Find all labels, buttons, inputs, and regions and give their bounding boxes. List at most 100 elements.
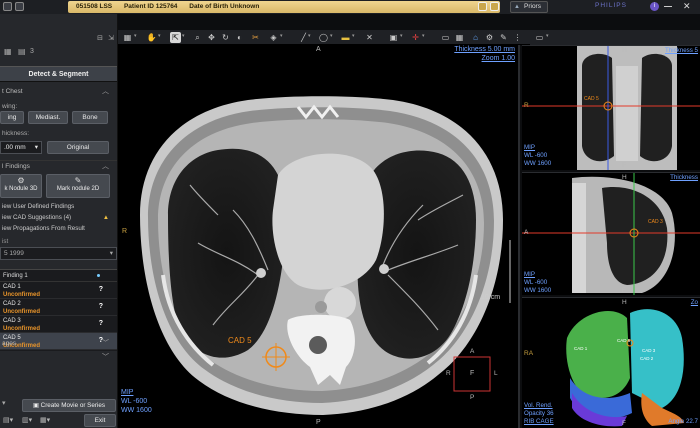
- pin-icon[interactable]: ⇲: [108, 34, 114, 42]
- volume-zoom[interactable]: Zo: [691, 299, 698, 306]
- minimize-icon[interactable]: [664, 6, 672, 7]
- sagittal-ww[interactable]: WW 1600: [524, 287, 551, 294]
- monitor-icon[interactable]: ▭: [440, 32, 451, 43]
- home-icon[interactable]: ⌂: [470, 32, 481, 43]
- coronal-wl[interactable]: WL -600: [524, 152, 547, 159]
- dropdown-icon[interactable]: ▾: [422, 33, 425, 39]
- checkbox-user-findings[interactable]: iew User Defined Findings: [0, 202, 117, 212]
- question-icon[interactable]: ?: [99, 320, 103, 328]
- create-movie-button[interactable]: ▣ Create Movie or Series: [22, 399, 116, 412]
- layout-icon[interactable]: ▣: [388, 32, 399, 43]
- more-icon[interactable]: ⋮: [512, 32, 523, 43]
- settings-icon[interactable]: ⚙: [484, 32, 495, 43]
- zoom-icon[interactable]: ⌕: [192, 32, 203, 43]
- zoom-readout[interactable]: Zoom 1.00: [482, 55, 515, 62]
- cut-icon[interactable]: ✂: [250, 32, 261, 43]
- thickness-select[interactable]: .00 mm: [0, 141, 42, 154]
- coronal-ww[interactable]: WW 1600: [524, 160, 551, 167]
- app-menu-icon[interactable]: [3, 2, 12, 11]
- layout-icon[interactable]: [15, 2, 24, 11]
- cad-2-row[interactable]: CAD 2 Unconfirmed ?: [0, 299, 117, 316]
- chevron-up-icon[interactable]: ︿: [102, 161, 109, 173]
- series-icon[interactable]: ▦: [4, 47, 12, 56]
- section-findings[interactable]: l Findings ︿: [0, 160, 117, 172]
- sagittal-mip[interactable]: MIP: [524, 271, 535, 278]
- preset-lung-button[interactable]: ing: [0, 111, 24, 124]
- section-chest[interactable]: t Chest ︿: [0, 86, 117, 98]
- coronal-mip[interactable]: MIP: [524, 144, 535, 151]
- section-extra[interactable]: ﹀: [0, 352, 117, 364]
- ruler-icon[interactable]: ▬: [340, 32, 351, 43]
- dropdown-icon[interactable]: ▾: [182, 33, 185, 39]
- dropdown-icon[interactable]: ▾: [400, 33, 403, 39]
- info-icon[interactable]: i: [650, 2, 659, 11]
- priors-button[interactable]: Priors: [510, 1, 548, 13]
- window-level[interactable]: WL -600: [121, 398, 147, 405]
- export-icon[interactable]: ▦▾: [40, 416, 50, 424]
- flag-icon[interactable]: [478, 2, 487, 11]
- hand-icon[interactable]: ✋: [146, 32, 157, 43]
- window-width[interactable]: WW 1600: [121, 407, 152, 414]
- original-button[interactable]: Original: [47, 141, 109, 154]
- dropdown-icon[interactable]: ▾: [546, 33, 549, 39]
- dropdown-icon[interactable]: ▾: [134, 33, 137, 39]
- section-images[interactable]: ages ﹀: [0, 338, 117, 350]
- chevron-down-icon[interactable]: ﹀: [102, 352, 109, 364]
- question-icon[interactable]: ?: [99, 303, 103, 311]
- study-date-select[interactable]: 5 1999: [0, 247, 117, 260]
- checkbox-cad-suggestions[interactable]: iew CAD Suggestions (4) ▲: [0, 213, 117, 223]
- grid-view-icon[interactable]: ▦: [454, 32, 465, 43]
- save-icon[interactable]: ▥▾: [22, 416, 32, 424]
- sagittal-wl[interactable]: WL -600: [524, 279, 547, 286]
- thickness-readout[interactable]: Thickness 5.00 mm: [454, 46, 515, 53]
- chevron-up-icon[interactable]: ︿: [102, 86, 109, 98]
- document-icon[interactable]: ▤: [18, 47, 26, 56]
- volume-render-mode[interactable]: Vol. Rend.: [524, 402, 553, 409]
- rotate-icon[interactable]: ↻: [220, 32, 231, 43]
- coronal-viewport[interactable]: Thickness 5 H R F CAD 5 MIP WL -600 WW 1…: [522, 45, 700, 170]
- dropdown-icon[interactable]: ▾: [308, 33, 311, 39]
- render-mode[interactable]: MIP: [121, 389, 133, 396]
- window-level-icon[interactable]: ◐: [234, 32, 245, 43]
- dropdown-icon[interactable]: ▾: [330, 33, 333, 39]
- checkbox-propagations[interactable]: iew Propagations From Result: [0, 224, 117, 234]
- ellipse-roi-icon[interactable]: ◯: [318, 32, 329, 43]
- collapse-icon[interactable]: ⊟: [97, 34, 103, 42]
- cad-3-row[interactable]: CAD 3 Unconfirmed ?: [0, 316, 117, 333]
- preset-mediast-button[interactable]: Mediast.: [28, 111, 68, 124]
- pointer-tool-icon[interactable]: ⇱: [170, 32, 181, 43]
- print-icon[interactable]: ▤▾: [3, 416, 13, 424]
- nodule-3d-button[interactable]: ⚙ k Nodule 3D: [0, 174, 42, 198]
- pan-icon[interactable]: ✥: [206, 32, 217, 43]
- volume-angle[interactable]: Angle 22.7: [668, 418, 698, 425]
- tab-detect-segment[interactable]: Detect & Segment: [0, 66, 117, 82]
- close-icon[interactable]: ✕: [683, 1, 691, 12]
- preset-bone-button[interactable]: Bone: [72, 111, 108, 124]
- dropdown-icon[interactable]: ▾: [280, 33, 283, 39]
- dropdown-icon[interactable]: ▾: [158, 33, 161, 39]
- mpr-icon[interactable]: ◈: [268, 32, 279, 43]
- dropdown-icon[interactable]: ▾: [2, 399, 6, 407]
- movie-row: ▾ ▣ Create Movie or Series: [0, 399, 117, 412]
- sagittal-viewport[interactable]: Thickness H A F CAD 3 MIP WL -600 WW 160…: [522, 172, 700, 295]
- dropdown-icon[interactable]: ▾: [352, 33, 355, 39]
- orientation-bottom: P: [316, 419, 321, 426]
- exit-button[interactable]: Exit: [84, 414, 116, 427]
- volume-opacity[interactable]: Opacity 36: [524, 410, 554, 417]
- volume-preset[interactable]: RIB CAGE: [524, 418, 554, 425]
- display-icon[interactable]: ▭: [534, 32, 545, 43]
- crosshair-icon[interactable]: ✛: [410, 32, 421, 43]
- layout-grid-icon[interactable]: ▦: [122, 32, 133, 43]
- annotate-icon[interactable]: ✎: [498, 32, 509, 43]
- mark-nodule-2d-button[interactable]: ✎ Mark nodule 2D: [46, 174, 110, 198]
- coronal-thickness[interactable]: Thickness 5: [665, 47, 698, 54]
- cad-1-row[interactable]: CAD 1 Unconfirmed ?: [0, 282, 117, 299]
- finding-1-row[interactable]: Finding 1: [0, 270, 117, 282]
- question-icon[interactable]: ?: [99, 286, 103, 294]
- chevron-down-icon[interactable]: ﹀: [102, 338, 109, 350]
- monitor-icon[interactable]: [490, 2, 499, 11]
- volume-render-viewport[interactable]: H RA F CAD 1 CAD 2 CAD 3 CAD 5 Zo Vol. R…: [522, 297, 700, 428]
- axial-viewport[interactable]: Thickness 5.00 mm Zoom 1.00 A R P 10 cm …: [118, 45, 520, 428]
- erase-icon[interactable]: ✕: [364, 32, 375, 43]
- sagittal-thickness[interactable]: Thickness: [670, 174, 698, 181]
